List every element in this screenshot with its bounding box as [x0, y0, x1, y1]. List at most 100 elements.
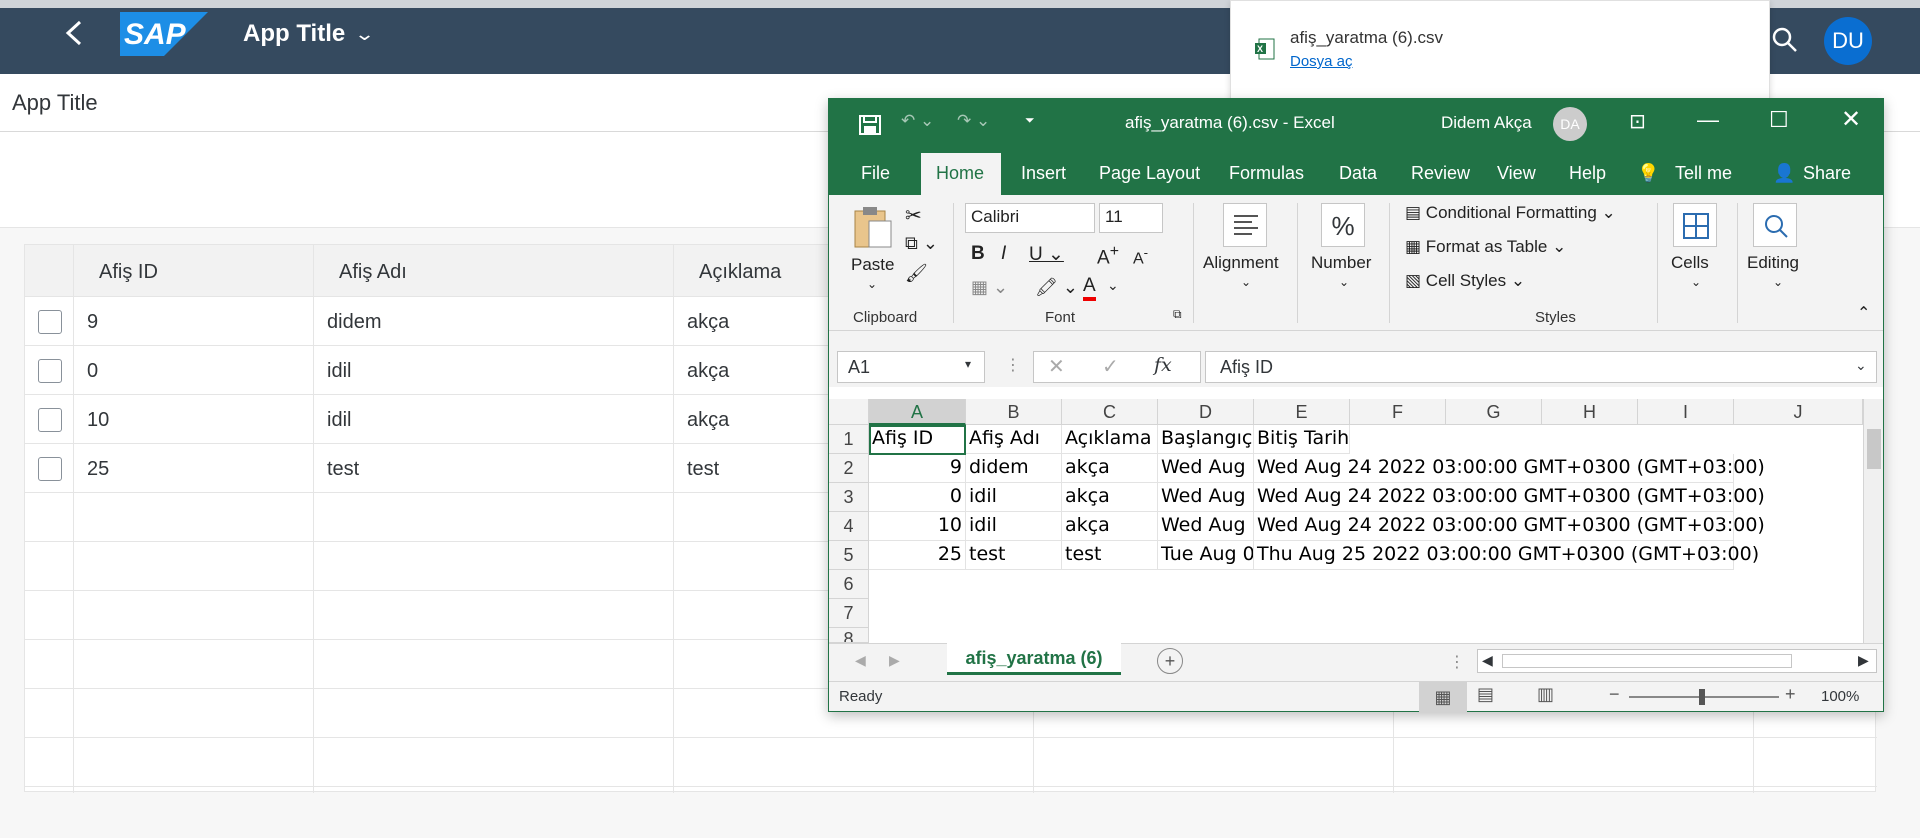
- insert-function-icon[interactable]: fx: [1154, 354, 1172, 376]
- alignment-dropdown-icon[interactable]: ⌄: [1241, 275, 1251, 289]
- font-name-box[interactable]: Calibri: [965, 203, 1095, 233]
- paste-icon[interactable]: [853, 205, 893, 249]
- normal-view-icon[interactable]: ▦: [1419, 682, 1467, 712]
- cell-b2[interactable]: didem: [966, 454, 1062, 483]
- horizontal-scrollbar[interactable]: ◀ ▶: [1477, 649, 1877, 673]
- cell-c2[interactable]: akça: [1062, 454, 1158, 483]
- cell-d1[interactable]: Başlangıç Tarihi: [1158, 425, 1254, 454]
- cell-b5[interactable]: test: [966, 541, 1062, 570]
- cell-b4[interactable]: idil: [966, 512, 1062, 541]
- tab-formulas[interactable]: Formulas: [1229, 163, 1304, 184]
- tab-review[interactable]: Review: [1411, 163, 1470, 184]
- row-header[interactable]: 7: [829, 599, 869, 628]
- open-file-link[interactable]: Dosya aç: [1290, 53, 1353, 70]
- cell-a5[interactable]: 25: [869, 541, 966, 570]
- italic-button[interactable]: I: [1001, 243, 1006, 265]
- cell-d4[interactable]: Wed Aug 24 2022: [1158, 512, 1254, 541]
- cell-c1[interactable]: Açıklama: [1062, 425, 1158, 454]
- cell-c4[interactable]: akça: [1062, 512, 1158, 541]
- row-checkbox[interactable]: [38, 310, 62, 334]
- column-header-d[interactable]: D: [1158, 399, 1254, 425]
- cell-a4[interactable]: 10: [869, 512, 966, 541]
- cell-e5[interactable]: Thu Aug 25 2022 03:00:00 GMT+0300 (GMT+0…: [1254, 541, 1759, 570]
- maximize-button[interactable]: ☐: [1769, 107, 1789, 133]
- tab-splitter-icon[interactable]: ⋮: [1449, 652, 1465, 672]
- cell-e1[interactable]: Bitiş Tarihi: [1254, 425, 1350, 454]
- column-header-f[interactable]: F: [1350, 399, 1446, 425]
- font-color-dropdown-icon[interactable]: ⌄: [1107, 277, 1119, 294]
- column-header-g[interactable]: G: [1446, 399, 1542, 425]
- column-header-j[interactable]: J: [1734, 399, 1863, 425]
- cell-styles-button[interactable]: ▧ Cell Styles ⌄: [1405, 271, 1525, 291]
- close-button[interactable]: ✕: [1841, 105, 1861, 134]
- name-box-dropdown-icon[interactable]: ▾: [965, 357, 971, 371]
- ribbon-display-options-icon[interactable]: ⊡: [1629, 109, 1646, 134]
- cell-e3[interactable]: Wed Aug 24 2022 03:00:00 GMT+0300 (GMT+0…: [1254, 483, 1765, 512]
- cell-b1[interactable]: Afiş Adı: [966, 425, 1062, 454]
- column-header-e[interactable]: E: [1254, 399, 1350, 425]
- cells-icon[interactable]: [1673, 203, 1717, 247]
- search-button[interactable]: [1770, 25, 1800, 55]
- conditional-formatting-button[interactable]: ▤ Conditional Formatting ⌄: [1405, 203, 1616, 223]
- undo-icon[interactable]: ↶ ⌄: [901, 111, 934, 131]
- zoom-level[interactable]: 100%: [1821, 688, 1859, 705]
- save-icon[interactable]: [859, 115, 881, 135]
- cell-d2[interactable]: Wed Aug 24 2022: [1158, 454, 1254, 483]
- alignment-icon[interactable]: [1223, 203, 1267, 247]
- row-header[interactable]: 1: [829, 425, 869, 454]
- editing-search-icon[interactable]: [1753, 203, 1797, 247]
- format-painter-icon[interactable]: 🖌: [905, 263, 928, 284]
- font-dialog-launcher-icon[interactable]: ⧉: [1173, 307, 1182, 322]
- row-header[interactable]: 2: [829, 454, 869, 483]
- horizontal-scroll-thumb[interactable]: [1502, 654, 1792, 668]
- number-dropdown-icon[interactable]: ⌄: [1339, 275, 1349, 289]
- collapse-ribbon-icon[interactable]: ⌃: [1857, 303, 1870, 323]
- excel-user-avatar[interactable]: DA: [1553, 107, 1587, 141]
- row-header[interactable]: 3: [829, 483, 869, 512]
- editing-dropdown-icon[interactable]: ⌄: [1773, 275, 1783, 289]
- font-color-icon[interactable]: A: [1083, 275, 1096, 301]
- row-header[interactable]: 8: [829, 628, 869, 643]
- tab-file[interactable]: File: [861, 163, 890, 184]
- number-button[interactable]: Number: [1311, 253, 1371, 273]
- redo-icon[interactable]: ↷ ⌄: [957, 111, 990, 131]
- cell-e4[interactable]: Wed Aug 24 2022 03:00:00 GMT+0300 (GMT+0…: [1254, 512, 1765, 541]
- column-header-h[interactable]: H: [1542, 399, 1638, 425]
- underline-button[interactable]: U ⌄: [1029, 243, 1064, 266]
- cells-dropdown-icon[interactable]: ⌄: [1691, 275, 1701, 289]
- column-header-desc[interactable]: Açıklama: [699, 261, 781, 284]
- share-button[interactable]: Share: [1803, 163, 1851, 184]
- column-header-b[interactable]: B: [966, 399, 1062, 425]
- customize-quick-access-icon[interactable]: ⏷: [1025, 113, 1035, 128]
- cancel-edit-icon[interactable]: ✕: [1048, 354, 1065, 379]
- sheet-scroll-left-icon[interactable]: ◀: [855, 652, 866, 669]
- row-header[interactable]: 5: [829, 541, 869, 570]
- bold-button[interactable]: B: [971, 243, 985, 265]
- row-checkbox[interactable]: [38, 457, 62, 481]
- copy-icon[interactable]: ⧉ ⌄: [905, 233, 938, 254]
- column-header-id[interactable]: Afiş ID: [99, 261, 158, 284]
- row-checkbox[interactable]: [38, 408, 62, 432]
- vertical-scrollbar[interactable]: [1863, 399, 1883, 643]
- formula-input[interactable]: Afiş ID: [1205, 351, 1877, 383]
- cells-button[interactable]: Cells: [1671, 253, 1709, 273]
- zoom-slider[interactable]: [1629, 689, 1779, 705]
- confirm-edit-icon[interactable]: ✓: [1102, 354, 1119, 379]
- tab-data[interactable]: Data: [1339, 163, 1377, 184]
- tab-insert[interactable]: Insert: [1021, 163, 1066, 184]
- increase-font-icon[interactable]: A+: [1097, 243, 1119, 269]
- tab-page-layout[interactable]: Page Layout: [1099, 163, 1200, 184]
- font-size-box[interactable]: 11: [1099, 203, 1163, 233]
- zoom-slider-thumb[interactable]: [1699, 689, 1705, 705]
- row-header[interactable]: 4: [829, 512, 869, 541]
- row-header[interactable]: 6: [829, 570, 869, 599]
- name-box[interactable]: A1: [837, 351, 985, 383]
- format-as-table-button[interactable]: ▦ Format as Table ⌄: [1405, 237, 1566, 257]
- column-header-i[interactable]: I: [1638, 399, 1734, 425]
- borders-icon[interactable]: ▦ ⌄: [971, 277, 1008, 298]
- scroll-left-icon[interactable]: ◀: [1482, 652, 1493, 669]
- zoom-out-button[interactable]: −: [1609, 684, 1620, 705]
- decrease-font-icon[interactable]: A-: [1133, 245, 1148, 268]
- cell-d3[interactable]: Wed Aug 24 2022: [1158, 483, 1254, 512]
- alignment-button[interactable]: Alignment: [1203, 253, 1279, 273]
